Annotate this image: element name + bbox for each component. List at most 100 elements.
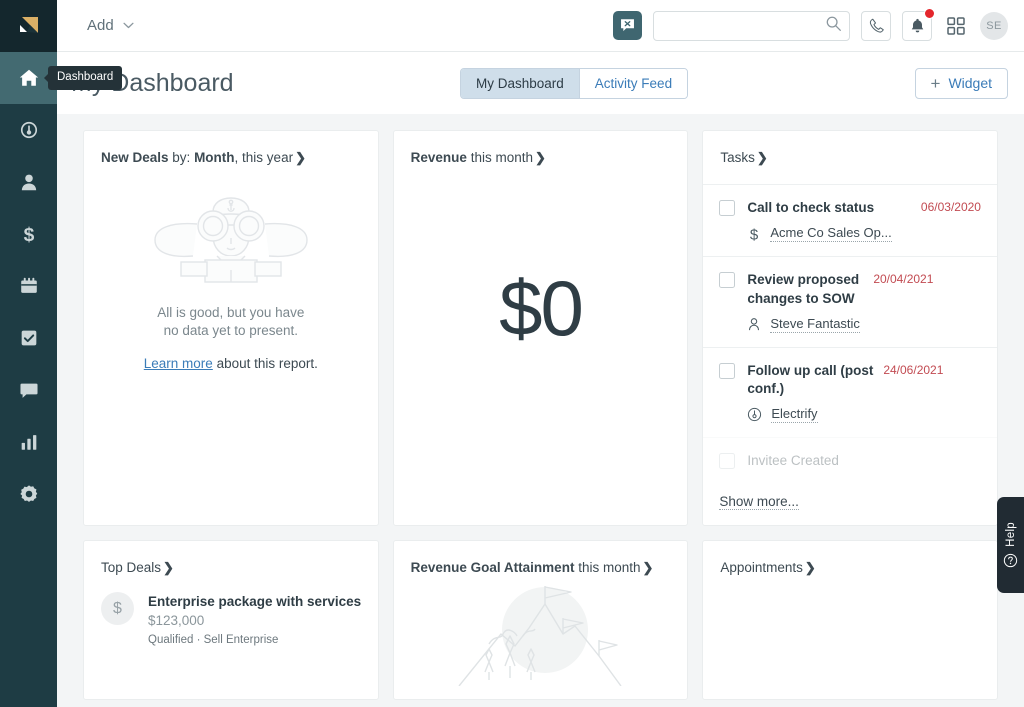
apps-grid-button[interactable] <box>943 13 969 39</box>
sidebar-item-leads[interactable] <box>0 104 57 156</box>
add-button[interactable]: Add <box>87 17 134 34</box>
calendar-icon <box>20 277 37 293</box>
question-circle-icon <box>1003 553 1018 568</box>
task-row[interactable]: Invitee Created <box>703 437 997 484</box>
sidebar-tooltip: Dashboard <box>48 66 123 90</box>
chevron-right-icon: ❯ <box>756 150 768 165</box>
new-deals-title-by: by: <box>168 150 195 165</box>
svg-text:$: $ <box>23 225 34 245</box>
home-icon <box>19 69 38 86</box>
task-body: Call to check status 06/03/2020 $ Acme C… <box>747 199 981 243</box>
task-related-link[interactable]: Acme Co Sales Op... <box>770 225 892 243</box>
chevron-right-icon: ❯ <box>804 560 816 575</box>
top-deals-title[interactable]: Top Deals ❯ <box>84 541 378 576</box>
task-related-link[interactable]: Electrify <box>771 406 818 424</box>
new-deals-title-group: Month <box>194 150 235 165</box>
new-deals-title[interactable]: New Deals by: Month, this year ❯ <box>84 131 378 166</box>
sidebar-item-reports[interactable] <box>0 416 57 468</box>
task-related: $ Acme Co Sales Op... <box>747 225 981 243</box>
task-checkbox[interactable] <box>719 272 736 289</box>
page-header: My Dashboard My Dashboard Activity Feed … <box>57 52 1024 114</box>
appointments-title[interactable]: Appointments ❯ <box>703 541 997 576</box>
gear-icon <box>19 485 37 502</box>
add-widget-label: Widget <box>948 75 993 91</box>
search-input[interactable] <box>653 10 850 41</box>
task-body: Invitee Created <box>747 452 981 470</box>
deal-name-row: Enterprise package with services $123,00… <box>148 592 362 630</box>
learn-more-suffix: about this report. <box>212 355 318 371</box>
app-logo[interactable] <box>0 0 57 52</box>
lead-target-icon <box>20 121 37 139</box>
revenue-goal-title-main: Revenue Goal Attainment <box>410 560 575 575</box>
phone-icon <box>869 18 884 33</box>
help-label: Help <box>1004 522 1017 547</box>
deal-amount: $123,000 <box>148 613 205 629</box>
task-title: Review proposed changes to SOW <box>747 272 860 306</box>
new-deals-empty-state: All is good, but you have no data yet to… <box>84 190 378 371</box>
task-title: Call to check status <box>747 200 875 216</box>
deal-list-item[interactable]: $ Enterprise package with services $123,… <box>84 576 378 646</box>
notifications-button[interactable] <box>902 7 935 41</box>
person-icon <box>21 174 36 191</box>
new-deals-learn-more-row: Learn more about this report. <box>144 356 318 371</box>
tab-activity-feed[interactable]: Activity Feed <box>578 68 688 98</box>
revenue-value: $0 <box>499 264 584 352</box>
chat-close-button[interactable] <box>613 11 642 40</box>
help-tab[interactable]: Help <box>997 497 1024 593</box>
new-deals-title-main: New Deals <box>101 150 169 165</box>
bell-icon <box>911 18 923 33</box>
widget-revenue: Revenue this month ❯ $0 <box>392 130 689 526</box>
revenue-title-range: this month <box>466 150 533 165</box>
deal-info: Enterprise package with services $123,00… <box>148 592 362 645</box>
chat-close-icon <box>621 19 634 32</box>
deal-name: Enterprise package with services <box>148 594 362 610</box>
task-header: Call to check status 06/03/2020 <box>747 199 981 217</box>
add-widget-button[interactable]: + Widget <box>914 67 1009 99</box>
show-more-link[interactable]: Show more... <box>719 494 799 510</box>
app-root: $ Dashboard Add SE My Dashboard My Dashb… <box>0 0 1024 707</box>
sailor-binoculars-illustration <box>154 197 308 283</box>
learn-more-link[interactable]: Learn more <box>144 356 213 371</box>
task-checkbox[interactable] <box>719 453 736 470</box>
task-row[interactable]: Follow up call (post conf.) 24/06/2021 E… <box>703 346 997 437</box>
revenue-title-main: Revenue <box>410 150 467 165</box>
task-row[interactable]: Review proposed changes to SOW 20/04/202… <box>703 256 997 346</box>
task-related-link[interactable]: Steve Fantastic <box>770 316 860 333</box>
revenue-goal-title[interactable]: Revenue Goal Attainment this month ❯ <box>394 541 688 576</box>
logo-mark <box>19 17 38 33</box>
primary-sidebar: $ <box>0 0 57 707</box>
task-checkbox[interactable] <box>719 200 736 217</box>
sidebar-item-settings[interactable] <box>0 468 57 520</box>
tab-my-dashboard[interactable]: My Dashboard <box>461 68 579 98</box>
lead-target-icon <box>748 408 762 422</box>
person-icon <box>749 318 760 331</box>
revenue-title[interactable]: Revenue this month ❯ <box>394 131 688 166</box>
appointments-title-main: Appointments <box>720 560 803 575</box>
plus-icon: + <box>930 73 941 93</box>
widget-revenue-goal: Revenue Goal Attainment this month ❯ <box>392 540 689 700</box>
task-header: Follow up call (post conf.) 24/06/2021 <box>747 362 981 398</box>
chat-bubble-icon <box>19 383 38 398</box>
top-toolbar: Add SE <box>57 0 1024 52</box>
phone-button[interactable] <box>861 10 891 41</box>
sidebar-item-calendar[interactable] <box>0 260 57 312</box>
sidebar-item-tasks[interactable] <box>0 312 57 364</box>
new-deals-empty-text: All is good, but you have no data yet to… <box>157 304 304 340</box>
user-avatar[interactable]: SE <box>980 11 1008 40</box>
sidebar-item-contacts[interactable] <box>0 156 57 208</box>
empty-line-2: no data yet to present. <box>163 323 298 339</box>
bar-chart-icon <box>21 435 36 450</box>
tasks-title[interactable]: Tasks ❯ <box>703 131 997 184</box>
chevron-right-icon: ❯ <box>295 150 306 165</box>
widget-appointments: Appointments ❯ <box>702 540 998 700</box>
main-region: Add SE My Dashboard My Dashboard Activit… <box>57 0 1024 707</box>
sidebar-item-deals[interactable]: $ <box>0 208 57 260</box>
task-due-date: 24/06/2021 <box>883 362 944 377</box>
svg-text:$: $ <box>750 226 759 242</box>
task-due-date: 06/03/2020 <box>920 200 981 215</box>
task-title: Invitee Created <box>747 453 839 469</box>
task-row[interactable]: Call to check status 06/03/2020 $ Acme C… <box>703 184 997 256</box>
sidebar-item-messages[interactable] <box>0 364 57 416</box>
task-checkbox[interactable] <box>719 362 736 379</box>
task-check-icon <box>21 330 36 346</box>
